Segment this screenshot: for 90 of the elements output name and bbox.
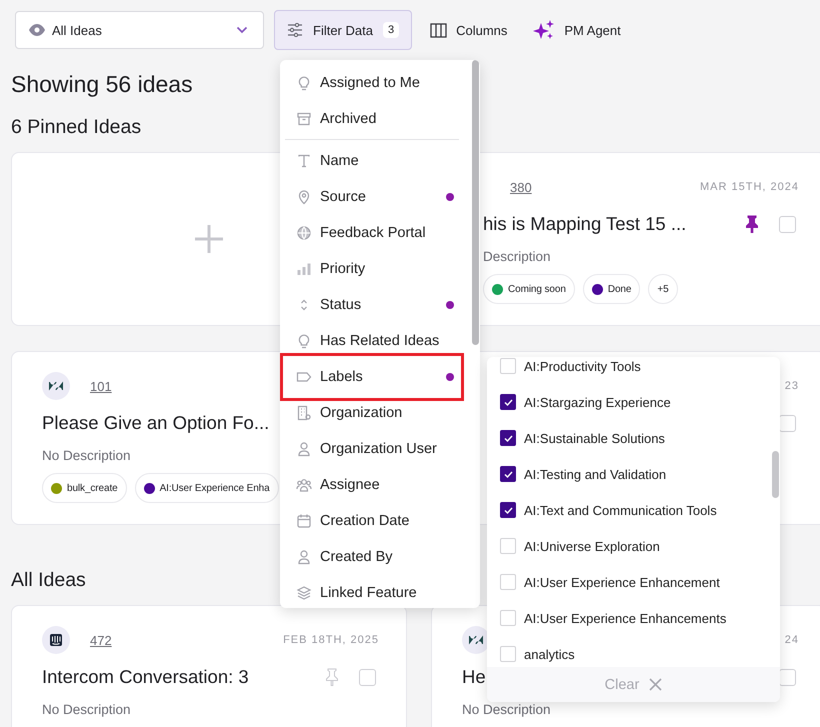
checkmark-icon [504, 506, 512, 514]
checkmark-icon [504, 434, 512, 442]
label-option-text: AI:Universe Exploration [524, 538, 660, 554]
label-option[interactable]: AI:User Experience Enhancement [487, 564, 780, 600]
text-icon [296, 153, 312, 169]
label-option-text: AI:Productivity Tools [524, 358, 641, 374]
idea-date: 23 [784, 380, 799, 392]
pin-icon[interactable] [745, 215, 759, 233]
label-option-text: AI:User Experience Enhancement [524, 574, 720, 590]
tag-chip: Done [582, 274, 640, 304]
idea-date: MAR 15TH, 2024 [700, 181, 799, 193]
idea-title: his is Mapping Test 15 ... [483, 213, 686, 235]
label-option[interactable]: AI:Text and Communication Tools [487, 492, 780, 528]
checkmark-icon [504, 470, 512, 478]
label-option[interactable]: AI:Productivity Tools [487, 357, 780, 384]
label-option[interactable]: AI:Sustainable Solutions [487, 420, 780, 456]
filter-menu-item[interactable]: Linked Feature [280, 575, 464, 608]
close-icon [649, 678, 662, 691]
bar-chart-icon [296, 261, 312, 277]
plus-icon [194, 224, 224, 254]
tag-chip: AI:User Experience Enha [134, 473, 279, 503]
sliders-icon [287, 23, 303, 37]
bulb-icon [296, 333, 312, 349]
tag-chip: Coming soon [483, 274, 575, 304]
logo-icon [462, 626, 490, 654]
globe-icon [296, 225, 312, 241]
layers-icon [296, 585, 312, 601]
scrollbar-thumb[interactable] [472, 60, 479, 345]
scrollbar-thumb[interactable] [772, 451, 779, 498]
label-option[interactable]: AI:Testing and Validation [487, 456, 780, 492]
checkbox[interactable] [500, 466, 516, 482]
pm-agent-button[interactable]: PM Agent [525, 10, 629, 50]
person-icon [296, 549, 312, 565]
idea-description: No Description [462, 702, 551, 718]
checkbox[interactable] [500, 394, 516, 410]
label-option[interactable]: analytics [487, 636, 780, 663]
section-heading: All Ideas [11, 568, 86, 593]
idea-title: He [462, 666, 486, 688]
filter-menu-item[interactable]: Status [280, 287, 464, 323]
label-option-text: analytics [524, 646, 575, 662]
view-select[interactable]: All Ideas [15, 11, 264, 49]
section-heading: Showing 56 ideas [11, 70, 193, 99]
person-icon [296, 441, 312, 457]
idea-title: Please Give an Option Fo... [42, 412, 270, 434]
tag-chip: +5 [648, 274, 678, 304]
chevron-down-icon [236, 26, 248, 34]
label-option-text: AI:Stargazing Experience [524, 394, 671, 410]
filter-menu-item[interactable]: Archived [280, 101, 464, 137]
idea-number-link[interactable]: 380 [510, 180, 532, 194]
filter-menu-item[interactable]: Assigned to Me [280, 65, 464, 101]
label-option-text: AI:User Experience Enhancements [524, 610, 726, 626]
idea-number-link[interactable]: 101 [90, 378, 112, 394]
label-option[interactable]: AI:Stargazing Experience [487, 384, 780, 420]
group-icon [296, 477, 312, 493]
idea-number-link[interactable]: 472 [90, 632, 112, 648]
label-option-text: AI:Sustainable Solutions [524, 430, 665, 446]
filter-button[interactable]: Filter Data 3 [274, 10, 412, 50]
section-heading: 6 Pinned Ideas [11, 115, 142, 140]
label-option[interactable]: AI:User Experience Enhancements [487, 600, 780, 636]
filter-count-badge: 3 [382, 22, 400, 38]
eye-icon [29, 24, 45, 36]
tag-chip: bulk_create [42, 473, 127, 503]
filter-menu-item[interactable]: Name [280, 143, 464, 179]
idea-description: No Description [42, 448, 131, 464]
idea-title: Intercom Conversation: 3 [42, 666, 249, 688]
location-pin-icon [296, 189, 312, 205]
archive-icon [296, 111, 312, 127]
checkbox[interactable] [500, 502, 516, 518]
label-option-text: AI:Text and Communication Tools [524, 502, 717, 518]
columns-button[interactable]: Columns [422, 10, 516, 50]
sparkle-icon [533, 19, 556, 41]
calendar-icon [296, 513, 312, 529]
idea-description: No Description [42, 702, 131, 718]
checkbox[interactable] [500, 430, 516, 446]
label-option-text: AI:Testing and Validation [524, 466, 666, 482]
filter-menu-item[interactable]: Priority [280, 251, 464, 287]
label-option[interactable]: AI:Universe Exploration [487, 528, 780, 564]
filter-menu-item[interactable]: Feedback Portal [280, 215, 464, 251]
filter-menu-item[interactable]: Source [280, 179, 464, 215]
idea-date: 24 [784, 634, 799, 646]
columns-icon [430, 22, 448, 38]
logo-icon [42, 626, 70, 654]
checkmark-icon [504, 398, 512, 406]
filter-menu-item[interactable]: Created By [280, 539, 464, 575]
building-icon [296, 405, 312, 421]
idea-card[interactable]: 472 FEB 18TH, 2025 Intercom Conversation: 3 No Description [11, 605, 407, 727]
bulb-icon [296, 75, 312, 91]
logo-icon [42, 372, 70, 400]
idea-description: Description [483, 249, 551, 265]
idea-date: FEB 18TH, 2025 [283, 634, 379, 646]
